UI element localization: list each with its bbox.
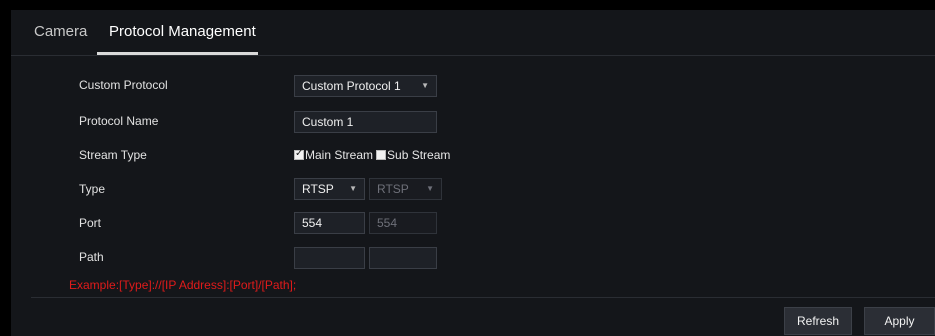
port-sub-input: 554 <box>369 212 437 234</box>
type-sub-value: RTSP <box>377 182 409 196</box>
protocol-name-label: Protocol Name <box>79 114 159 128</box>
tab-bar: Camera Protocol Management <box>11 10 935 55</box>
chevron-down-icon: ▼ <box>349 184 357 193</box>
type-sub-select: RTSP ▼ <box>369 178 442 200</box>
path-main-input[interactable] <box>294 247 365 269</box>
path-label: Path <box>79 250 104 264</box>
custom-protocol-select[interactable]: Custom Protocol 1 ▼ <box>294 75 437 97</box>
chevron-down-icon: ▼ <box>421 81 429 90</box>
tab-divider <box>11 55 935 56</box>
custom-protocol-value: Custom Protocol 1 <box>302 79 401 93</box>
type-label: Type <box>79 182 106 196</box>
main-stream-checkbox[interactable] <box>294 148 304 160</box>
type-main-select[interactable]: RTSP ▼ <box>294 178 365 200</box>
apply-button[interactable]: Apply <box>864 307 935 335</box>
sub-stream-checkbox[interactable] <box>376 150 387 160</box>
port-sub-value: 554 <box>377 216 398 230</box>
stream-type-options: Main Stream Sub Stream <box>294 148 450 162</box>
protocol-name-input[interactable]: Custom 1 <box>294 111 437 133</box>
tab-protocol-management[interactable]: Protocol Management <box>109 23 256 40</box>
type-main-value: RTSP <box>302 182 334 196</box>
custom-protocol-label: Custom Protocol <box>79 78 168 92</box>
path-sub-input[interactable] <box>369 247 437 269</box>
port-label: Port <box>79 216 102 230</box>
protocol-panel: Camera Protocol Management Custom Protoc… <box>11 10 935 336</box>
tab-camera[interactable]: Camera <box>34 23 87 40</box>
stream-type-label: Stream Type <box>79 148 147 162</box>
port-main-value: 554 <box>302 216 323 230</box>
refresh-button[interactable]: Refresh <box>784 307 852 335</box>
main-stream-label[interactable]: Main Stream <box>305 148 373 162</box>
url-format-example: Example:[Type]://[IP Address]:[Port]/[Pa… <box>69 278 297 292</box>
chevron-down-icon: ▼ <box>426 184 434 193</box>
sub-stream-label[interactable]: Sub Stream <box>387 148 450 162</box>
port-main-input[interactable]: 554 <box>294 212 365 234</box>
footer-divider <box>31 297 935 298</box>
protocol-name-value: Custom 1 <box>302 115 354 129</box>
